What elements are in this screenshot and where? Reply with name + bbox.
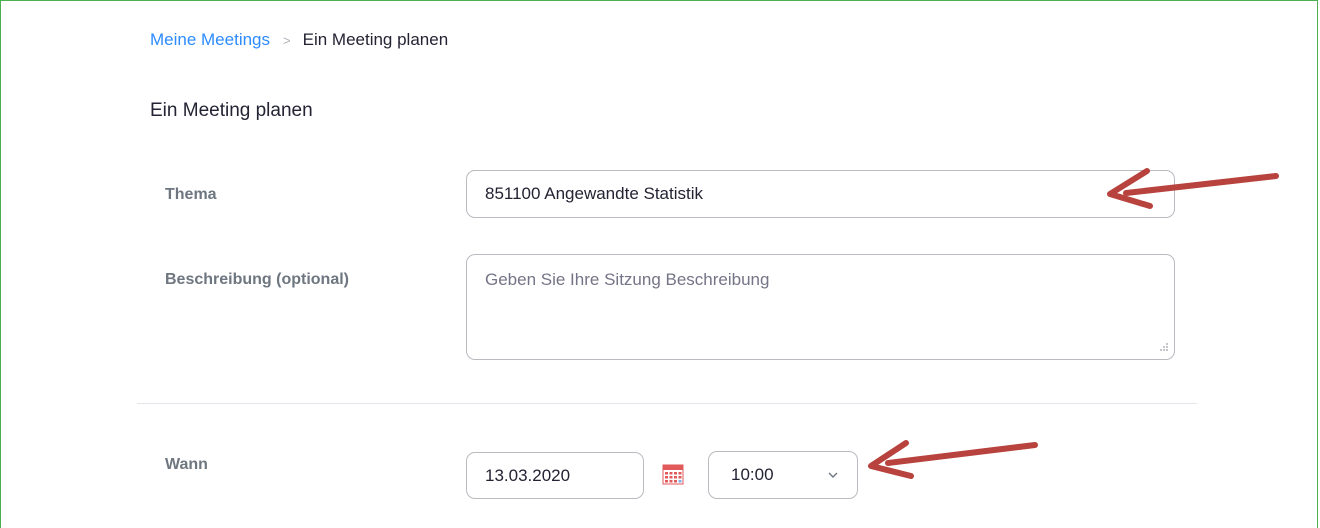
section-divider bbox=[137, 403, 1197, 404]
page-title: Ein Meeting planen bbox=[150, 100, 313, 121]
date-input[interactable]: 13.03.2020 bbox=[466, 452, 644, 499]
chevron-down-icon bbox=[828, 472, 838, 478]
when-label: Wann bbox=[165, 456, 208, 473]
resize-grip-icon[interactable] bbox=[1157, 342, 1169, 354]
calendar-icon[interactable] bbox=[662, 463, 684, 485]
breadcrumb: Meine Meetings > Ein Meeting planen bbox=[150, 30, 448, 50]
topic-input[interactable]: 851100 Angewandte Statistik bbox=[466, 170, 1175, 218]
breadcrumb-separator: > bbox=[283, 32, 291, 48]
time-select[interactable]: 10:00 bbox=[708, 451, 858, 499]
breadcrumb-current: Ein Meeting planen bbox=[302, 30, 449, 49]
description-label: Beschreibung (optional) bbox=[165, 271, 349, 288]
time-select-value: 10:00 bbox=[731, 465, 774, 484]
breadcrumb-link-my-meetings[interactable]: Meine Meetings bbox=[150, 30, 270, 50]
description-textarea[interactable] bbox=[466, 254, 1175, 360]
topic-label: Thema bbox=[165, 186, 217, 203]
